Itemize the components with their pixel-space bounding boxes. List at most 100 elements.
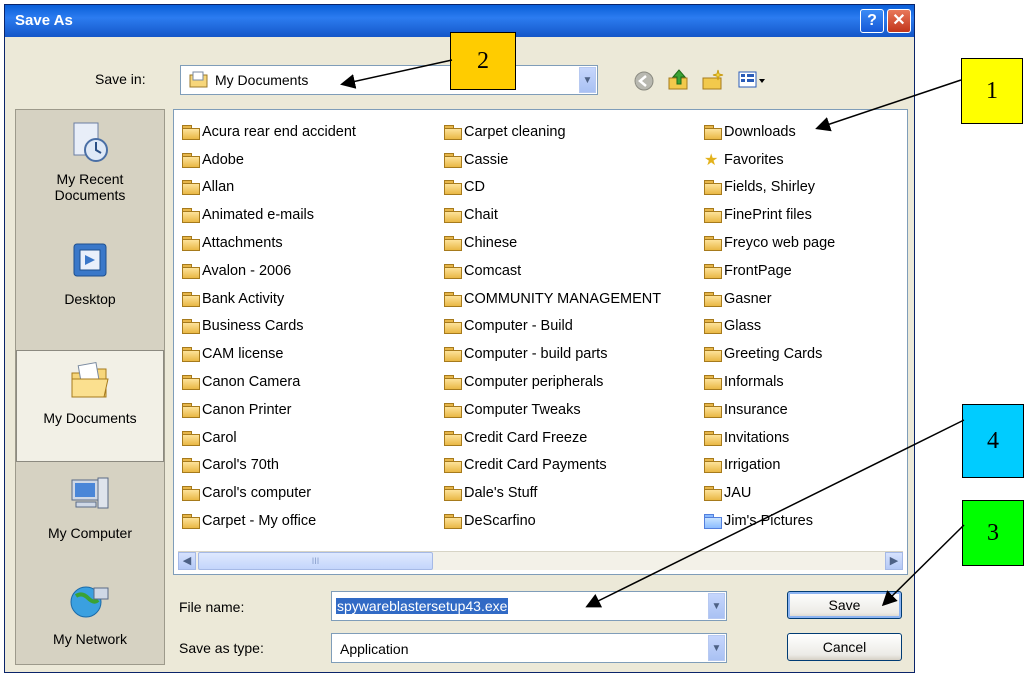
folder-icon — [704, 319, 722, 335]
folder-label: Carpet cleaning — [464, 123, 566, 140]
folder-item[interactable]: Carpet cleaning — [444, 118, 661, 146]
folder-item[interactable]: Computer - Build — [444, 313, 661, 341]
folder-item[interactable]: Adobe — [182, 146, 356, 174]
folder-item[interactable]: Dale's Stuff — [444, 479, 661, 507]
callout-2: 2 — [450, 32, 516, 90]
my-computer-icon — [71, 477, 109, 509]
folder-label: Carol — [202, 429, 237, 446]
recent-documents-icon — [73, 122, 108, 162]
file-name-input[interactable]: spywareblastersetup43.exe ▼ — [331, 591, 727, 621]
folder-item[interactable]: Bank Activity — [182, 285, 356, 313]
place-my-recent-documents[interactable]: My Recent Documents — [16, 120, 164, 230]
folder-item[interactable]: Canon Printer — [182, 396, 356, 424]
place-my-documents[interactable]: My Documents — [16, 350, 164, 462]
folder-item[interactable]: Comcast — [444, 257, 661, 285]
folder-item[interactable]: Greeting Cards — [704, 340, 835, 368]
folder-item[interactable]: Computer peripherals — [444, 368, 661, 396]
folder-label: Irrigation — [724, 457, 781, 474]
place-label: My Network — [53, 631, 127, 647]
file-name-value[interactable]: spywareblastersetup43.exe — [336, 598, 509, 614]
file-column-3: Downloads ★ Favorites Fields, Shirley FinePr… — [704, 118, 835, 535]
scroll-left-button[interactable]: ◀ — [178, 552, 196, 570]
folder-label: CAM license — [202, 346, 284, 363]
new-folder-icon[interactable] — [701, 68, 725, 92]
folder-item[interactable]: Attachments — [182, 229, 356, 257]
place-my-computer[interactable]: My Computer — [16, 474, 164, 574]
place-desktop[interactable]: Desktop — [16, 240, 164, 330]
chevron-down-icon[interactable]: ▼ — [708, 635, 725, 661]
folder-item[interactable]: Freyco web page — [704, 229, 835, 257]
save-as-type-dropdown[interactable]: Application ▼ — [331, 633, 727, 663]
folder-item[interactable]: Downloads — [704, 118, 835, 146]
folder-icon — [444, 291, 462, 307]
help-button[interactable]: ? — [860, 9, 884, 33]
folder-icon — [182, 458, 200, 474]
folder-item[interactable]: FinePrint files — [704, 201, 835, 229]
folder-item[interactable]: CD — [444, 174, 661, 202]
folder-item[interactable]: Computer Tweaks — [444, 396, 661, 424]
folder-item[interactable]: Computer - build parts — [444, 340, 661, 368]
folder-item[interactable]: FrontPage — [704, 257, 835, 285]
folder-label: Invitations — [724, 429, 790, 446]
up-folder-icon[interactable] — [667, 68, 691, 92]
folder-item[interactable]: Business Cards — [182, 313, 356, 341]
scroll-right-button[interactable]: ▶ — [885, 552, 903, 570]
folder-item[interactable]: Chait — [444, 201, 661, 229]
folder-item[interactable]: Invitations — [704, 424, 835, 452]
folder-item[interactable]: Allan — [182, 174, 356, 202]
folder-icon — [444, 236, 462, 252]
folder-item[interactable]: Jim's Pictures — [704, 507, 835, 535]
folder-label: Canon Printer — [202, 401, 292, 418]
folder-item[interactable]: Carol's 70th — [182, 452, 356, 480]
folder-item[interactable]: Credit Card Freeze — [444, 424, 661, 452]
close-button[interactable]: ✕ — [887, 9, 911, 33]
file-list[interactable]: Acura rear end accident Adobe Allan Animate… — [173, 109, 908, 575]
pictures-folder-icon — [704, 514, 722, 530]
folder-item[interactable]: COMMUNITY MANAGEMENT — [444, 285, 661, 313]
chevron-down-icon[interactable]: ▼ — [579, 67, 596, 93]
folder-item[interactable]: Carpet - My office — [182, 507, 356, 535]
folder-label: Animated e-mails — [202, 207, 315, 224]
folder-item[interactable]: Fields, Shirley — [704, 174, 835, 202]
horizontal-scrollbar[interactable]: ◀ III ▶ — [178, 551, 903, 570]
folder-item[interactable]: DeScarfino — [444, 507, 661, 535]
folder-item[interactable]: Gasner — [704, 285, 835, 313]
folder-label: Informals — [724, 374, 784, 391]
folder-item[interactable]: Informals — [704, 368, 835, 396]
folder-item[interactable]: Cassie — [444, 146, 661, 174]
folder-item[interactable]: Animated e-mails — [182, 201, 356, 229]
folder-item[interactable]: Chinese — [444, 229, 661, 257]
dialog-title: Save As — [15, 12, 73, 29]
folder-item[interactable]: Glass — [704, 313, 835, 341]
folder-item[interactable]: Canon Camera — [182, 368, 356, 396]
folder-label: Computer peripherals — [464, 374, 604, 391]
folder-label: Credit Card Freeze — [464, 429, 588, 446]
save-button[interactable]: Save — [787, 591, 902, 619]
folder-icon — [182, 236, 200, 252]
folder-icon — [704, 263, 722, 279]
scroll-thumb[interactable]: III — [198, 552, 433, 570]
folder-item[interactable]: Acura rear end accident — [182, 118, 356, 146]
place-label: My Computer — [47, 525, 133, 541]
folder-item[interactable]: JAU — [704, 479, 835, 507]
folder-icon — [444, 347, 462, 363]
folder-icon — [182, 291, 200, 307]
folder-item[interactable]: Credit Card Payments — [444, 452, 661, 480]
folder-item[interactable]: Avalon - 2006 — [182, 257, 356, 285]
folder-item[interactable]: CAM license — [182, 340, 356, 368]
folder-item[interactable]: Irrigation — [704, 452, 835, 480]
folder-item[interactable]: Carol — [182, 424, 356, 452]
back-icon[interactable] — [633, 70, 655, 92]
views-menu-icon[interactable] — [738, 71, 768, 91]
place-my-network[interactable]: My Network — [16, 580, 164, 662]
folder-item[interactable]: Carol's computer — [182, 479, 356, 507]
chevron-down-icon[interactable]: ▼ — [708, 593, 725, 619]
folder-label: Fields, Shirley — [724, 179, 816, 196]
save-in-value: My Documents — [215, 72, 309, 88]
folder-item[interactable]: ★ Favorites — [704, 146, 835, 174]
folder-icon — [444, 514, 462, 530]
folder-item[interactable]: Insurance — [704, 396, 835, 424]
cancel-button[interactable]: Cancel — [787, 633, 902, 661]
save-in-dropdown[interactable]: My Documents ▼ — [180, 65, 598, 95]
folder-icon — [704, 180, 722, 196]
